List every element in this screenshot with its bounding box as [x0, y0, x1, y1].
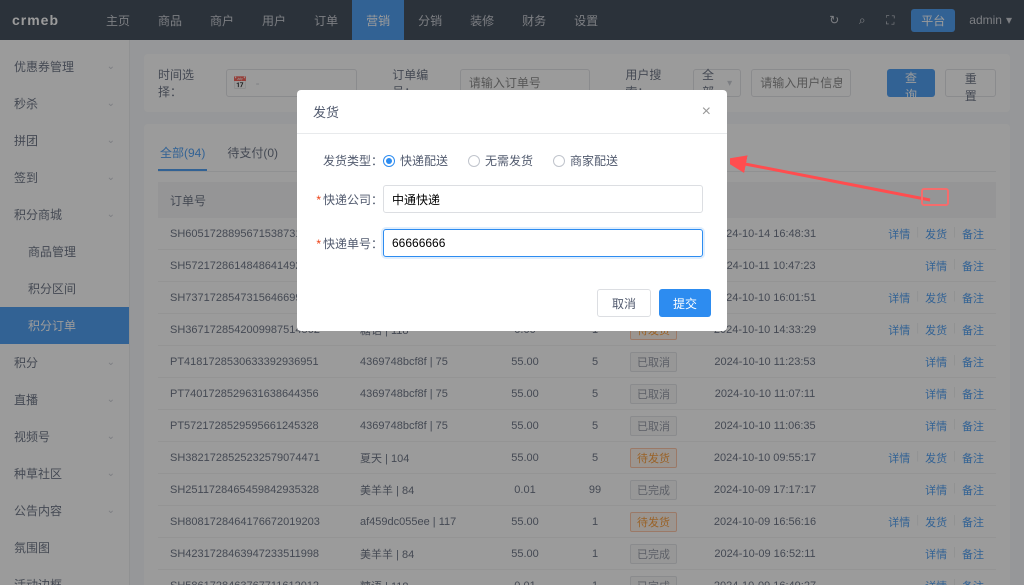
company-label: 快递公司：: [313, 191, 383, 208]
shiptype-radio[interactable]: 快递配送: [383, 152, 448, 169]
shiptype-radio[interactable]: 商家配送: [553, 152, 618, 169]
trackno-input[interactable]: [383, 229, 703, 257]
trackno-label: 快递单号：: [313, 235, 383, 252]
close-icon[interactable]: ×: [702, 103, 711, 121]
shiptype-radio[interactable]: 无需发货: [468, 152, 533, 169]
modal-title: 发货: [313, 102, 339, 121]
modal-overlay[interactable]: 发货 × 发货类型： 快递配送 无需发货 商家配送 快递公司： 快递单号： 取消 提…: [0, 0, 1024, 585]
company-input[interactable]: [383, 185, 703, 213]
cancel-button[interactable]: 取消: [597, 289, 651, 317]
shiptype-radio-group: 快递配送 无需发货 商家配送: [383, 152, 618, 169]
shiptype-label: 发货类型：: [313, 152, 383, 169]
shipping-modal: 发货 × 发货类型： 快递配送 无需发货 商家配送 快递公司： 快递单号： 取消 提…: [297, 90, 727, 331]
submit-button[interactable]: 提交: [659, 289, 711, 317]
